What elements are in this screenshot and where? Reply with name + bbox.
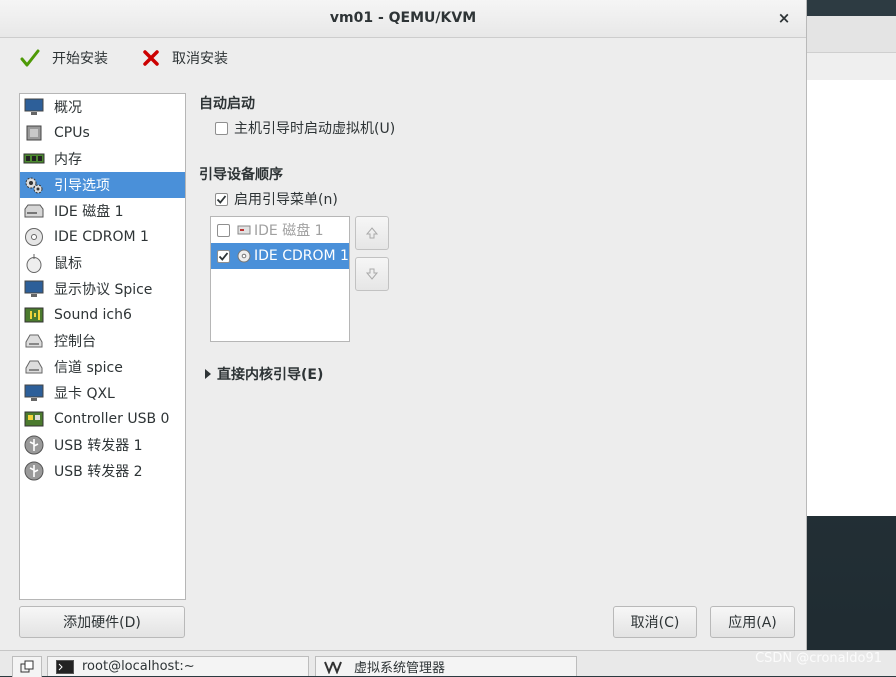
boot-device-ide-disk[interactable]: IDE 磁盘 1 (211, 217, 349, 243)
sidebar-item-mouse[interactable]: 鼠标 (20, 250, 185, 276)
sidebar-item-boot-options[interactable]: 引导选项 (20, 172, 185, 198)
apply-button[interactable]: 应用(A) (710, 606, 795, 638)
autostart-label: 主机引导时启动虚拟机(U) (234, 121, 396, 137)
monitor-icon (23, 96, 45, 118)
sidebar-item-console[interactable]: 控制台 (20, 328, 185, 354)
desktop-icon (20, 660, 34, 673)
window-title: vm01 - QEMU/KVM (329, 10, 477, 26)
boot-menu-checkbox[interactable] (215, 192, 228, 206)
cancel-install-button[interactable]: 取消安装 (142, 46, 228, 70)
sidebar-item-label: IDE CDROM 1 (54, 229, 149, 245)
close-button[interactable]: × (774, 8, 794, 28)
toolbar: 开始安装 取消安装 (0, 38, 806, 78)
sidebar-item-memory[interactable]: 内存 (20, 146, 185, 172)
terminal-icon (56, 659, 74, 674)
autostart-checkbox[interactable] (215, 121, 228, 135)
sidebar-item-controller-usb[interactable]: Controller USB 0 (20, 406, 185, 432)
triangle-right-icon (205, 369, 211, 379)
vm-details-window: vm01 - QEMU/KVM × 开始安装 取消安装 概况 CPUs 内存 引… (0, 0, 807, 650)
watermark-text: CSDN @cronaldo91 (755, 651, 882, 666)
sidebar-item-label: 显卡 QXL (54, 386, 115, 402)
autostart-checkbox-row[interactable]: 主机引导时启动虚拟机(U) (215, 118, 395, 138)
cdrom-icon (237, 249, 251, 263)
sidebar-item-usb-redirector-2[interactable]: USB 转发器 2 (20, 458, 185, 484)
title-bar: vm01 - QEMU/KVM × (0, 0, 806, 38)
boot-device-label: IDE CDROM 1 (254, 248, 349, 264)
sidebar-item-label: USB 转发器 1 (54, 438, 143, 454)
boot-device-ide-cdrom[interactable]: IDE CDROM 1 (211, 243, 349, 269)
boot-device-checkbox[interactable] (217, 223, 230, 237)
add-hardware-button[interactable]: 添加硬件(D) (19, 606, 185, 638)
sidebar-item-label: 控制台 (54, 334, 96, 350)
sidebar-item-overview[interactable]: 概况 (20, 94, 185, 120)
serial-icon (23, 330, 45, 352)
sidebar-item-label: 信道 spice (54, 360, 123, 376)
taskbar-terminal[interactable]: root@localhost:~ (47, 656, 309, 676)
mouse-icon (23, 252, 45, 274)
sidebar-item-label: Sound ich6 (54, 307, 132, 323)
direct-kernel-label: 直接内核引导(E) (217, 367, 324, 383)
begin-install-button[interactable]: 开始安装 (20, 46, 108, 70)
taskbar-virt-manager-label: 虚拟系统管理器 (354, 661, 446, 676)
hardware-list: 概况 CPUs 内存 引导选项 IDE 磁盘 1 IDE CDROM 1 鼠标 (19, 93, 186, 600)
usb-icon (23, 460, 45, 482)
arrow-up-icon (365, 227, 379, 239)
boot-order-title: 引导设备顺序 (199, 167, 283, 183)
controller-icon (23, 408, 45, 430)
direct-kernel-expander[interactable]: 直接内核引导(E) (203, 364, 323, 384)
video-icon (23, 382, 45, 404)
boot-menu-label: 启用引导菜单(n) (234, 192, 338, 208)
sidebar-item-label: USB 转发器 2 (54, 464, 143, 480)
cpu-icon (23, 122, 45, 144)
boot-device-label: IDE 磁盘 1 (254, 223, 324, 239)
sidebar-item-label: IDE 磁盘 1 (54, 204, 124, 220)
move-down-button[interactable] (355, 257, 389, 291)
display-icon (23, 278, 45, 300)
boot-menu-checkbox-row[interactable]: 启用引导菜单(n) (215, 189, 338, 209)
show-desktop-button[interactable] (12, 656, 42, 677)
disk-icon (237, 225, 251, 235)
sound-icon (23, 304, 45, 326)
sidebar-item-label: Controller USB 0 (54, 411, 170, 427)
channel-icon (23, 356, 45, 378)
cdrom-icon (23, 226, 45, 248)
cancel-button[interactable]: 取消(C) (613, 606, 697, 638)
boot-device-list: IDE 磁盘 1 IDE CDROM 1 (210, 216, 350, 342)
sidebar-item-label: 引导选项 (54, 178, 110, 194)
virt-manager-icon (324, 661, 342, 674)
memory-icon (23, 148, 45, 170)
sidebar-item-ide-cdrom[interactable]: IDE CDROM 1 (20, 224, 185, 250)
sidebar-item-label: 内存 (54, 152, 82, 168)
cancel-x-icon (143, 50, 159, 66)
checkmark-icon (20, 49, 40, 67)
sidebar-item-sound[interactable]: Sound ich6 (20, 302, 185, 328)
begin-install-label: 开始安装 (52, 51, 108, 67)
disk-icon (23, 200, 45, 222)
sidebar-item-label: 鼠标 (54, 256, 82, 272)
sidebar-item-usb-redirector-1[interactable]: USB 转发器 1 (20, 432, 185, 458)
move-up-button[interactable] (355, 216, 389, 250)
sidebar-item-label: 显示协议 Spice (54, 282, 153, 298)
cancel-install-label: 取消安装 (172, 51, 228, 67)
sidebar-item-video[interactable]: 显卡 QXL (20, 380, 185, 406)
taskbar-virt-manager[interactable]: 虚拟系统管理器 (315, 656, 577, 676)
sidebar-item-cpus[interactable]: CPUs (20, 120, 185, 146)
taskbar-terminal-label: root@localhost:~ (82, 659, 195, 674)
boot-device-checkbox[interactable] (217, 249, 230, 263)
sidebar-item-label: 概况 (54, 100, 82, 116)
sidebar-item-label: CPUs (54, 125, 90, 141)
background-window (806, 16, 896, 516)
gears-icon (23, 174, 45, 196)
arrow-down-icon (365, 268, 379, 280)
usb-icon (23, 434, 45, 456)
sidebar-item-display[interactable]: 显示协议 Spice (20, 276, 185, 302)
autostart-title: 自动启动 (199, 96, 255, 112)
sidebar-item-ide-disk[interactable]: IDE 磁盘 1 (20, 198, 185, 224)
sidebar-item-channel[interactable]: 信道 spice (20, 354, 185, 380)
